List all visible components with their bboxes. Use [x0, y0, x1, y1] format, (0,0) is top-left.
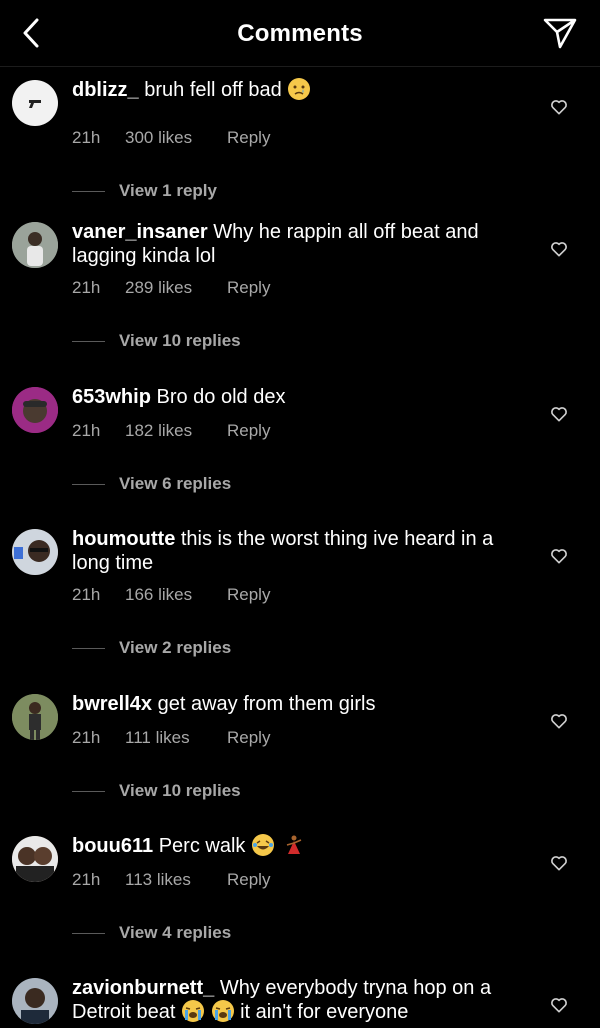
comment-username[interactable]: zavionburnett_: [72, 977, 214, 999]
avatar[interactable]: [12, 529, 58, 575]
laughing-face-emoji: [251, 834, 274, 856]
loudly-crying-face-emoji: [181, 1000, 204, 1022]
view-replies-button[interactable]: View 2 replies: [72, 638, 231, 658]
comment-meta: 21h 182 likes Reply: [72, 421, 270, 441]
divider: [72, 190, 105, 192]
likes-count[interactable]: 113 likes: [125, 870, 227, 890]
reply-button[interactable]: Reply: [227, 728, 270, 748]
comment-meta: 21h 113 likes Reply: [72, 870, 270, 890]
view-replies-button[interactable]: View 10 replies: [72, 331, 241, 351]
comment-time: 21h: [72, 585, 101, 604]
dancer-emoji: [282, 834, 304, 856]
comment-body: vaner_insaner Why he rappin all off beat…: [72, 220, 534, 268]
view-replies-button[interactable]: View 6 replies: [72, 474, 231, 494]
comment-time: 21h: [72, 278, 101, 297]
heart-outline-icon[interactable]: [549, 97, 569, 117]
view-replies-label: View 10 replies: [119, 781, 241, 800]
avatar[interactable]: [12, 836, 58, 882]
comment-username[interactable]: bwrell4x: [72, 693, 152, 715]
paper-plane-icon: [543, 18, 577, 49]
heart-outline-icon[interactable]: [549, 711, 569, 731]
comment-body: dblizz_ bruh fell off bad: [72, 78, 534, 102]
view-replies-label: View 6 replies: [119, 474, 232, 493]
divider: [72, 483, 105, 485]
view-replies-button[interactable]: View 1 reply: [72, 181, 217, 201]
avatar[interactable]: [12, 978, 58, 1024]
comment-time: 21h: [72, 870, 101, 889]
comment-text: Perc walk: [158, 835, 246, 857]
comment-time: 21h: [72, 728, 101, 747]
likes-count[interactable]: 166 likes: [125, 585, 227, 605]
comment-text: get away from them girls: [157, 693, 376, 715]
divider: [72, 790, 105, 792]
comment-time: 21h: [72, 421, 101, 440]
likes-count[interactable]: 300 likes: [125, 128, 227, 148]
heart-outline-icon[interactable]: [549, 404, 569, 424]
comment-text: bruh fell off bad: [144, 79, 282, 101]
comment-text: Bro do old dex: [156, 386, 286, 408]
crying-face-emoji: [288, 78, 311, 100]
reply-button[interactable]: Reply: [227, 585, 270, 605]
divider: [72, 932, 105, 934]
share-button[interactable]: [542, 16, 578, 50]
heart-outline-icon[interactable]: [549, 546, 569, 566]
avatar[interactable]: [12, 387, 58, 433]
reply-button[interactable]: Reply: [227, 278, 270, 298]
reply-button[interactable]: Reply: [227, 421, 270, 441]
likes-count[interactable]: 182 likes: [125, 421, 227, 441]
comment-username[interactable]: bouu611: [72, 835, 153, 857]
comment-time: 21h: [72, 128, 101, 147]
comment-text-continued: it ain't for everyone: [240, 1001, 409, 1023]
comment-username[interactable]: houmoutte: [72, 528, 175, 550]
comment-meta: 21h 166 likes Reply: [72, 585, 270, 605]
reply-button[interactable]: Reply: [227, 870, 270, 890]
comment-meta: 21h 111 likes Reply: [72, 728, 270, 748]
avatar[interactable]: [12, 222, 58, 268]
loudly-crying-face-emoji: [211, 1000, 234, 1022]
view-replies-label: View 4 replies: [119, 923, 232, 942]
divider: [72, 647, 105, 649]
comment-meta: 21h 300 likes Reply: [72, 128, 270, 148]
comment-body: 653whip Bro do old dex: [72, 385, 534, 409]
comment-username[interactable]: dblizz_: [72, 79, 139, 101]
comment-username[interactable]: vaner_insaner: [72, 221, 208, 243]
page-title: Comments: [237, 20, 363, 47]
comment-username[interactable]: 653whip: [72, 386, 151, 408]
comment-body: bouu611 Perc walk: [72, 834, 534, 858]
avatar[interactable]: [12, 80, 58, 126]
comment-meta: 21h 289 likes Reply: [72, 278, 270, 298]
header: Comments: [0, 0, 600, 67]
comment-body: bwrell4x get away from them girls: [72, 692, 534, 716]
view-replies-label: View 2 replies: [119, 638, 232, 657]
view-replies-label: View 10 replies: [119, 331, 241, 350]
view-replies-button[interactable]: View 10 replies: [72, 781, 241, 801]
heart-outline-icon[interactable]: [549, 239, 569, 259]
heart-outline-icon[interactable]: [549, 853, 569, 873]
divider: [72, 340, 105, 342]
comment-body: zavionburnett_ Why everybody tryna hop o…: [72, 976, 534, 1024]
likes-count[interactable]: 111 likes: [125, 728, 227, 748]
avatar[interactable]: [12, 694, 58, 740]
view-replies-label: View 1 reply: [119, 181, 217, 200]
comment-body: houmoutte this is the worst thing ive he…: [72, 527, 534, 575]
reply-button[interactable]: Reply: [227, 128, 270, 148]
likes-count[interactable]: 289 likes: [125, 278, 227, 298]
heart-outline-icon[interactable]: [549, 995, 569, 1015]
view-replies-button[interactable]: View 4 replies: [72, 923, 231, 943]
